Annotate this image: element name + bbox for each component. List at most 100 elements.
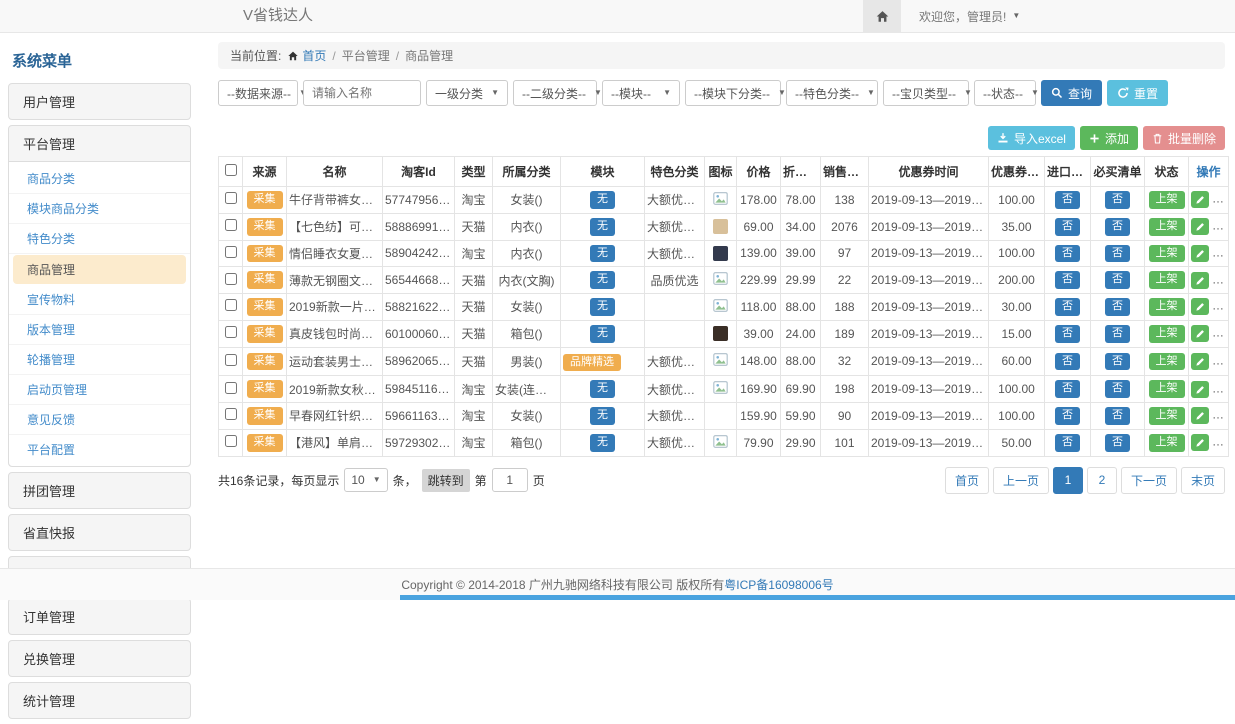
filter-select[interactable]: --宝贝类型--▼: [883, 80, 969, 106]
edit-button[interactable]: [1191, 245, 1209, 262]
import-excel-button[interactable]: 导入excel: [988, 126, 1075, 150]
row-checkbox[interactable]: [225, 219, 237, 231]
must-buy-toggle[interactable]: 否: [1105, 325, 1130, 343]
status-badge[interactable]: 上架: [1149, 353, 1185, 371]
edit-button[interactable]: [1191, 434, 1209, 451]
must-buy-toggle[interactable]: 否: [1105, 218, 1130, 236]
row-checkbox[interactable]: [225, 435, 237, 447]
row-checkbox[interactable]: [225, 326, 237, 338]
import-select-toggle[interactable]: 否: [1055, 245, 1080, 263]
batch-delete-button[interactable]: 批量删除: [1143, 126, 1225, 150]
filter-select[interactable]: --状态--▼: [974, 80, 1036, 106]
import-select-toggle[interactable]: 否: [1055, 271, 1080, 289]
row-checkbox[interactable]: [225, 273, 237, 285]
import-select-toggle[interactable]: 否: [1055, 434, 1080, 452]
status-badge[interactable]: 上架: [1149, 245, 1185, 263]
page-button[interactable]: 下一页: [1121, 467, 1177, 494]
home-button[interactable]: [863, 0, 901, 32]
filter-select[interactable]: 一级分类▼: [426, 80, 508, 106]
import-select-toggle[interactable]: 否: [1055, 407, 1080, 425]
row-checkbox[interactable]: [225, 382, 237, 394]
sidebar-item[interactable]: 宣传物料: [9, 285, 190, 315]
sidebar-panel-header[interactable]: 拼团管理: [9, 473, 190, 508]
status-badge[interactable]: 上架: [1149, 298, 1185, 316]
user-menu[interactable]: 欢迎您，管理员! ▼: [901, 0, 1020, 32]
icon-cell: [705, 320, 737, 347]
reset-button[interactable]: 重置: [1107, 80, 1168, 106]
row-checkbox[interactable]: [225, 192, 237, 204]
status-badge[interactable]: 上架: [1149, 271, 1185, 289]
status-badge[interactable]: 上架: [1149, 407, 1185, 425]
sidebar-item[interactable]: 特色分类: [9, 224, 190, 254]
sidebar-item[interactable]: 商品管理: [13, 255, 186, 284]
status-badge[interactable]: 上架: [1149, 325, 1185, 343]
breadcrumb-home-link[interactable]: 首页: [287, 47, 326, 64]
import-select-toggle[interactable]: 否: [1055, 353, 1080, 371]
filter-select[interactable]: --模块下分类--▼: [685, 80, 781, 106]
import-select-toggle[interactable]: 否: [1055, 325, 1080, 343]
must-buy-toggle[interactable]: 否: [1105, 298, 1130, 316]
sidebar-panel-header[interactable]: 平台管理: [9, 126, 190, 161]
select-all-checkbox[interactable]: [225, 164, 237, 176]
status-badge[interactable]: 上架: [1149, 191, 1185, 209]
icp-link[interactable]: 粤ICP备16098006号: [724, 576, 833, 593]
jump-page-input[interactable]: [492, 468, 528, 492]
must-buy-toggle[interactable]: 否: [1105, 191, 1130, 209]
must-buy-toggle[interactable]: 否: [1105, 271, 1130, 289]
edit-button[interactable]: [1191, 218, 1209, 235]
row-checkbox[interactable]: [225, 246, 237, 258]
sidebar-item[interactable]: 版本管理: [9, 315, 190, 345]
status-badge[interactable]: 上架: [1149, 218, 1185, 236]
page-button[interactable]: 首页: [945, 467, 989, 494]
must-buy-toggle[interactable]: 否: [1105, 380, 1130, 398]
sidebar-item[interactable]: 平台配置: [9, 435, 190, 464]
per-page-select[interactable]: 10 ▼: [344, 468, 387, 492]
must-buy-toggle[interactable]: 否: [1105, 353, 1130, 371]
import-select-toggle[interactable]: 否: [1055, 380, 1080, 398]
must-buy-toggle[interactable]: 否: [1105, 434, 1130, 452]
import-select-toggle[interactable]: 否: [1055, 298, 1080, 316]
category-cell: 女装(): [493, 187, 561, 214]
status-badge[interactable]: 上架: [1149, 434, 1185, 452]
sidebar-panel-header[interactable]: 兑换管理: [9, 641, 190, 676]
page-button[interactable]: 2: [1087, 467, 1117, 494]
filter-select[interactable]: --模块--▼: [602, 80, 680, 106]
sidebar-item[interactable]: 模块商品分类: [9, 194, 190, 224]
filter-select[interactable]: --二级分类--▼: [513, 80, 597, 106]
sidebar-item[interactable]: 意见反馈: [9, 405, 190, 435]
name-search-input[interactable]: [303, 80, 421, 106]
sidebar-panel-header[interactable]: 省直快报: [9, 515, 190, 550]
row-checkbox[interactable]: [225, 408, 237, 420]
jump-button[interactable]: 跳转到: [422, 469, 470, 492]
page-button[interactable]: 末页: [1181, 467, 1225, 494]
edit-button[interactable]: [1191, 325, 1209, 342]
page-button[interactable]: 1: [1053, 467, 1083, 494]
horizontal-scrollbar-thumb[interactable]: [400, 595, 1235, 600]
filter-select[interactable]: --特色分类--▼: [786, 80, 878, 106]
sidebar-item[interactable]: 商品分类: [9, 164, 190, 194]
edit-button[interactable]: [1191, 353, 1209, 370]
edit-button[interactable]: [1191, 272, 1209, 289]
filter-select[interactable]: --数据来源--▼: [218, 80, 298, 106]
edit-button[interactable]: [1191, 381, 1209, 398]
edit-button[interactable]: [1191, 298, 1209, 315]
must-buy-toggle[interactable]: 否: [1105, 407, 1130, 425]
sidebar-panel-header[interactable]: 订单管理: [9, 599, 190, 634]
module-badge: 无: [590, 434, 615, 452]
add-button[interactable]: 添加: [1080, 126, 1138, 150]
page-button[interactable]: 上一页: [993, 467, 1049, 494]
sidebar-panel-header[interactable]: 统计管理: [9, 683, 190, 718]
sidebar-panel-header[interactable]: 用户管理: [9, 84, 190, 119]
import-select-toggle[interactable]: 否: [1055, 191, 1080, 209]
status-badge[interactable]: 上架: [1149, 380, 1185, 398]
search-button[interactable]: 查询: [1041, 80, 1102, 106]
row-checkbox[interactable]: [225, 299, 237, 311]
edit-button[interactable]: [1191, 407, 1209, 424]
edit-button[interactable]: [1191, 191, 1209, 208]
sidebar-item[interactable]: 轮播管理: [9, 345, 190, 375]
row-checkbox[interactable]: [225, 354, 237, 366]
filter-select-value: 一级分类: [435, 85, 483, 102]
must-buy-toggle[interactable]: 否: [1105, 245, 1130, 263]
sidebar-item[interactable]: 启动页管理: [9, 375, 190, 405]
import-select-toggle[interactable]: 否: [1055, 218, 1080, 236]
